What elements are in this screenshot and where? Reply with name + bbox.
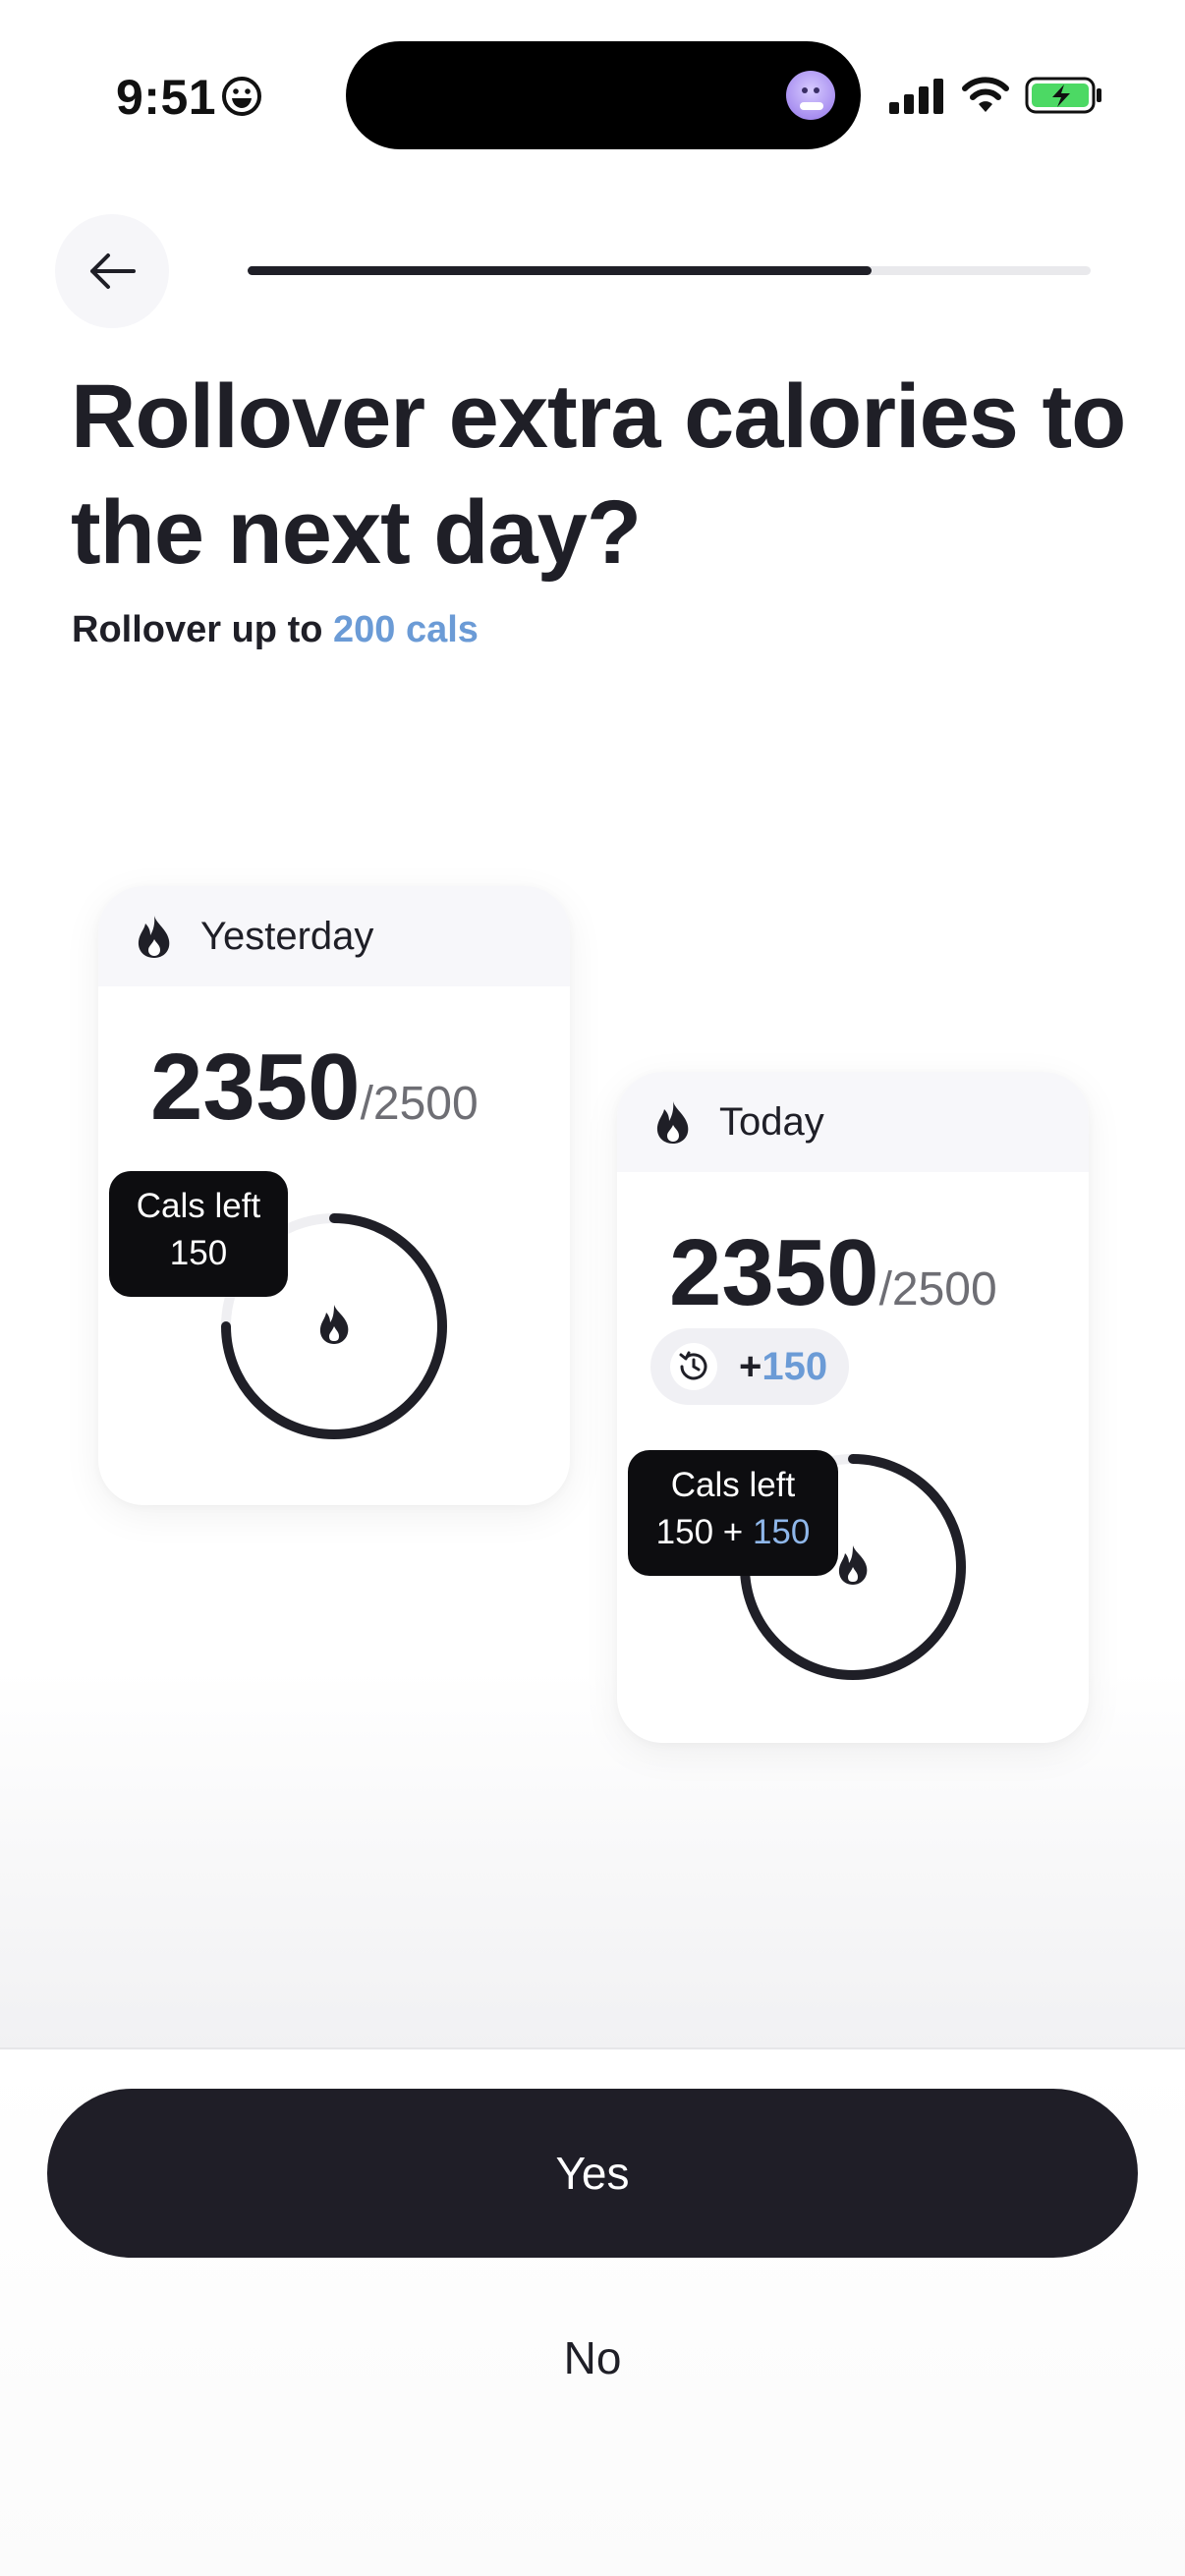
- yesterday-card: Yesterday 2350/2500 Cals left 150: [98, 886, 570, 1505]
- subtitle: Rollover up to 200 cals: [72, 609, 479, 651]
- consumed-value: 2350: [669, 1220, 879, 1325]
- flame-icon: [319, 1305, 349, 1344]
- calories-consumed: 2350/2500: [150, 1034, 479, 1142]
- history-icon: [670, 1343, 717, 1390]
- flame-icon: [656, 1101, 689, 1144]
- avatar: [786, 71, 835, 120]
- tooltip-value: 150: [169, 1234, 228, 1272]
- tooltip-base: 150 +: [655, 1513, 753, 1551]
- card-label: Yesterday: [200, 914, 374, 958]
- flame-icon: [838, 1545, 868, 1585]
- calorie-goal: /2500: [878, 1263, 997, 1316]
- arrow-left-icon: [90, 253, 136, 289]
- flame-icon: [138, 916, 170, 958]
- card-label: Today: [719, 1099, 824, 1144]
- status-time: 9:51: [116, 70, 217, 125]
- progress-fill: [248, 266, 872, 275]
- today-card: Today 2350/2500 +150 Cals left 150 + 150: [617, 1072, 1089, 1743]
- back-button[interactable]: [55, 214, 169, 328]
- page-title: Rollover extra calories to the next day?: [71, 366, 1126, 583]
- tooltip-title: Cals left: [136, 1187, 261, 1225]
- cals-left-tooltip: Cals left 150: [109, 1171, 288, 1297]
- no-button[interactable]: No: [396, 2319, 789, 2397]
- onboarding-progress-bar: [248, 266, 1091, 275]
- battery-charging-icon: [1025, 77, 1101, 114]
- footer-divider: [0, 2047, 1185, 2049]
- rollover-badge: +150: [650, 1328, 850, 1405]
- dynamic-island: [346, 41, 861, 149]
- rollover-amount: +150: [739, 1345, 827, 1389]
- calories-consumed: 2350/2500: [669, 1219, 997, 1327]
- tooltip-extra: 150: [752, 1513, 811, 1551]
- smiley-face-icon: [222, 77, 261, 116]
- tooltip-value: 150 + 150: [628, 1509, 838, 1556]
- wifi-icon: [962, 77, 1009, 112]
- cals-left-tooltip: Cals left 150 + 150: [628, 1450, 838, 1576]
- cellular-signal-icon: [889, 79, 943, 114]
- onboarding-screen: 9:51 Rollover extra calories to the next…: [0, 0, 1185, 2576]
- card-header: Today: [617, 1072, 1089, 1172]
- yes-button[interactable]: Yes: [47, 2089, 1138, 2258]
- tooltip-title: Cals left: [670, 1466, 796, 1504]
- subtitle-text: Rollover up to: [72, 609, 333, 650]
- rollover-value: 150: [762, 1344, 828, 1388]
- consumed-value: 2350: [150, 1035, 361, 1140]
- rollover-limit: 200 cals: [333, 609, 479, 650]
- calorie-goal: /2500: [360, 1078, 479, 1130]
- rollover-plus: +: [739, 1344, 762, 1388]
- card-header: Yesterday: [98, 886, 570, 986]
